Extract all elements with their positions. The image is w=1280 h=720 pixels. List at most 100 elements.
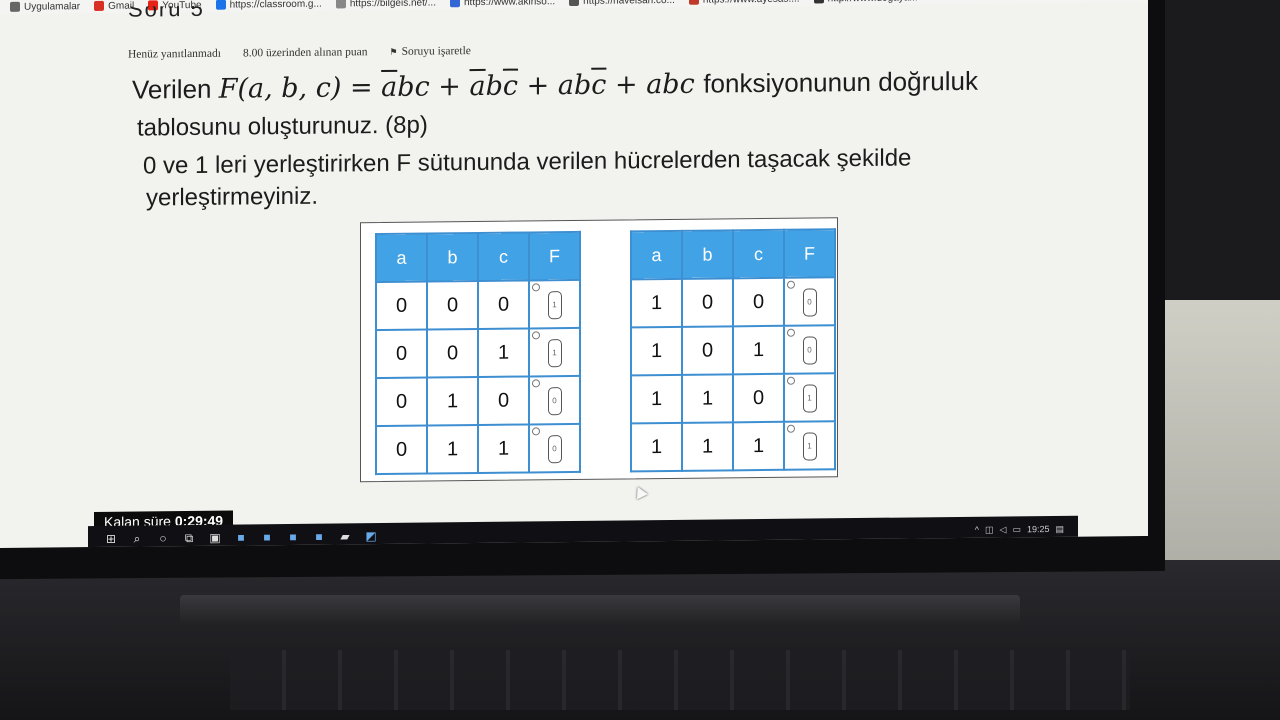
table-row: 0110 bbox=[376, 423, 580, 475]
windows-start-icon[interactable]: ⊞ bbox=[98, 526, 124, 548]
input-value-cell: 1 bbox=[682, 422, 733, 471]
f-answer-cell[interactable]: 1 bbox=[784, 373, 835, 422]
table-row: 1010 bbox=[631, 325, 835, 376]
formula-term3-b: b bbox=[573, 69, 592, 101]
bookmark-label: https://bilgeis.net/... bbox=[349, 0, 436, 9]
input-value-cell: 0 bbox=[733, 277, 784, 327]
bookmark-item[interactable]: https://www.ayesas.... bbox=[688, 0, 800, 5]
f-answer-cell[interactable]: 1 bbox=[784, 421, 835, 470]
table-header-row: abcF bbox=[631, 229, 835, 280]
input-value-cell: 0 bbox=[478, 376, 529, 425]
drop-target-marker-icon bbox=[532, 379, 540, 388]
bookmark-item[interactable]: Uygulamalar bbox=[10, 1, 80, 13]
input-value-cell: 1 bbox=[478, 328, 529, 377]
search-icon[interactable]: ⌕ bbox=[124, 525, 150, 548]
input-value-cell: 1 bbox=[631, 326, 682, 376]
drop-target-marker-icon bbox=[787, 328, 795, 337]
column-header-b: b bbox=[682, 230, 733, 279]
bookmark-item[interactable]: http://www.dogaya... bbox=[813, 0, 918, 4]
havelsan-star-icon bbox=[569, 0, 580, 7]
question-status: Henüz yanıtlanmadı bbox=[128, 47, 221, 61]
tray-clock[interactable]: 19:25 bbox=[1027, 524, 1050, 534]
store-icon[interactable]: ▣ bbox=[202, 525, 228, 548]
drop-target-marker-icon bbox=[532, 427, 540, 436]
input-value-cell: 0 bbox=[682, 326, 733, 375]
input-value-cell: 0 bbox=[478, 280, 529, 329]
task-view-icon[interactable]: ⧉ bbox=[176, 525, 202, 548]
bookmarks-overflow-button[interactable]: » bbox=[1132, 0, 1138, 1]
question-text-line-1: Verilen F(a, b, c) = abc + abc + abc + a… bbox=[132, 66, 978, 106]
volume-icon[interactable]: ◁ bbox=[1000, 524, 1007, 535]
boolean-formula: F(a, b, c) = abc + abc + abc + abc bbox=[219, 69, 704, 105]
formula-term2-b: b bbox=[485, 70, 503, 102]
bookmark-item[interactable]: https://havelsan.co... bbox=[569, 0, 675, 7]
column-header-a: a bbox=[376, 233, 427, 283]
truth-table-right: abcF1000101011011111 bbox=[630, 228, 836, 473]
draggable-answer-token[interactable]: 0 bbox=[547, 386, 562, 415]
formula-term1-c: c bbox=[414, 71, 430, 103]
ayesas-icon bbox=[688, 0, 699, 5]
bookmark-item[interactable]: https://www.akinso... bbox=[450, 0, 555, 8]
cortana-icon[interactable]: ○ bbox=[150, 525, 176, 548]
input-value-cell: 1 bbox=[427, 424, 478, 474]
question-instruction-line-1: 0 ve 1 leri yerleştirirken F sütununda v… bbox=[143, 144, 912, 180]
tray-chevron-icon[interactable]: ^ bbox=[975, 525, 979, 535]
bookmark-item[interactable]: https://classroom.g... bbox=[215, 0, 322, 10]
f-answer-cell[interactable]: 0 bbox=[784, 277, 835, 326]
drop-target-marker-icon bbox=[787, 424, 795, 433]
column-header-c: c bbox=[733, 229, 784, 279]
formula-term2-c: c bbox=[502, 70, 519, 102]
laptop-hinge bbox=[180, 595, 1020, 623]
input-value-cell: 0 bbox=[376, 281, 427, 331]
app-icon-4[interactable]: ■ bbox=[306, 524, 332, 548]
table-row: 0100 bbox=[376, 375, 580, 427]
formula-term4: abc bbox=[646, 68, 695, 101]
drop-target-marker-icon bbox=[532, 331, 540, 340]
draggable-answer-token[interactable]: 1 bbox=[802, 431, 817, 461]
column-header-b: b bbox=[427, 232, 478, 282]
question-info-bar: Henüz yanıtlanmadı 8.00 üzerinden alınan… bbox=[128, 45, 471, 61]
file-explorer-icon[interactable]: ▰ bbox=[332, 523, 358, 548]
input-value-cell: 0 bbox=[427, 328, 478, 378]
keyboard-icon[interactable]: ▭ bbox=[1012, 524, 1021, 535]
app-icon-1[interactable]: ■ bbox=[228, 524, 254, 548]
formula-plus: + bbox=[438, 71, 461, 103]
draggable-answer-token[interactable]: 0 bbox=[547, 434, 562, 463]
column-header-F: F bbox=[784, 229, 835, 278]
f-answer-cell[interactable]: 0 bbox=[529, 375, 580, 425]
draggable-answer-token[interactable]: 1 bbox=[547, 290, 562, 319]
bilgeis-icon bbox=[335, 0, 346, 9]
input-value-cell: 1 bbox=[682, 374, 733, 423]
draggable-answer-token[interactable]: 1 bbox=[547, 338, 562, 367]
bookmark-item[interactable]: https://bilgeis.net/... bbox=[335, 0, 436, 9]
input-value-cell: 0 bbox=[682, 278, 733, 327]
notifications-icon[interactable]: ▤ bbox=[1055, 523, 1064, 534]
truth-table-left: abcF0001001101000110 bbox=[375, 230, 581, 476]
drop-target-marker-icon bbox=[787, 376, 795, 385]
question-points: 8.00 üzerinden alınan puan bbox=[242, 46, 368, 60]
network-icon[interactable]: ◫ bbox=[985, 524, 994, 535]
table-row: 1000 bbox=[631, 277, 835, 328]
table-header-row: abcF bbox=[376, 231, 580, 283]
draggable-answer-token[interactable]: 1 bbox=[802, 383, 817, 413]
drop-target-marker-icon bbox=[787, 280, 795, 289]
laptop-screen: Uygulamalar Gmail YouTube https://classroom… bbox=[0, 0, 1148, 549]
table-row: 0001 bbox=[376, 279, 580, 331]
table-row: 0011 bbox=[376, 327, 580, 379]
question-prefix: Verilen bbox=[132, 73, 212, 105]
gmail-icon bbox=[94, 0, 105, 12]
f-answer-cell[interactable]: 0 bbox=[784, 325, 835, 374]
column-header-c: c bbox=[478, 232, 529, 281]
bookmark-label: https://www.ayesas.... bbox=[703, 0, 800, 5]
bookmark-label: https://havelsan.co... bbox=[583, 0, 675, 7]
f-answer-cell[interactable]: 0 bbox=[529, 423, 580, 473]
app-icon-3[interactable]: ■ bbox=[280, 524, 306, 548]
input-value-cell: 0 bbox=[427, 280, 478, 330]
input-value-cell: 0 bbox=[376, 329, 427, 379]
draggable-answer-token[interactable]: 0 bbox=[802, 287, 817, 317]
f-answer-cell[interactable]: 1 bbox=[529, 279, 580, 329]
app-icon-2[interactable]: ■ bbox=[254, 524, 280, 548]
flag-question-link[interactable]: ⚑ Soruyu işaretle bbox=[389, 45, 470, 58]
f-answer-cell[interactable]: 1 bbox=[529, 327, 580, 377]
draggable-answer-token[interactable]: 0 bbox=[802, 335, 817, 365]
